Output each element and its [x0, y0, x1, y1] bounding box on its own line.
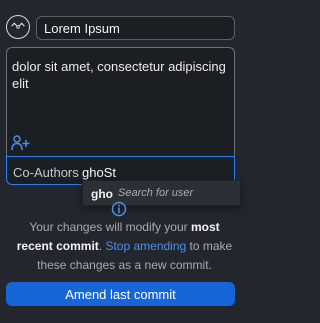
avatar [6, 15, 30, 39]
notice-text-1: Your changes will modify your [29, 220, 188, 234]
description-text[interactable]: dolor sit amet, consectetur adipiscing e… [12, 58, 230, 92]
coauthors-label: Co-Authors [13, 165, 79, 180]
info-icon [111, 201, 127, 217]
avatar-icon [11, 22, 25, 29]
autocomplete-item[interactable]: gho Search for user [82, 180, 241, 206]
notice-text-2: . [98, 239, 103, 253]
commit-summary-input[interactable] [36, 16, 235, 40]
autocomplete-hint: Search for user [118, 187, 194, 199]
coauthors-input[interactable]: ghoSt [82, 165, 116, 180]
description-field[interactable]: dolor sit amet, consectetur adipiscing e… [6, 47, 235, 156]
autocomplete-user[interactable]: gho [91, 187, 113, 201]
stop-amending-link[interactable]: Stop amending [105, 239, 186, 253]
amend-notice: Your changes will modify your most recen… [12, 218, 237, 275]
add-user-icon[interactable] [11, 135, 30, 151]
amend-last-commit-button[interactable]: Amend last commit [6, 282, 235, 306]
